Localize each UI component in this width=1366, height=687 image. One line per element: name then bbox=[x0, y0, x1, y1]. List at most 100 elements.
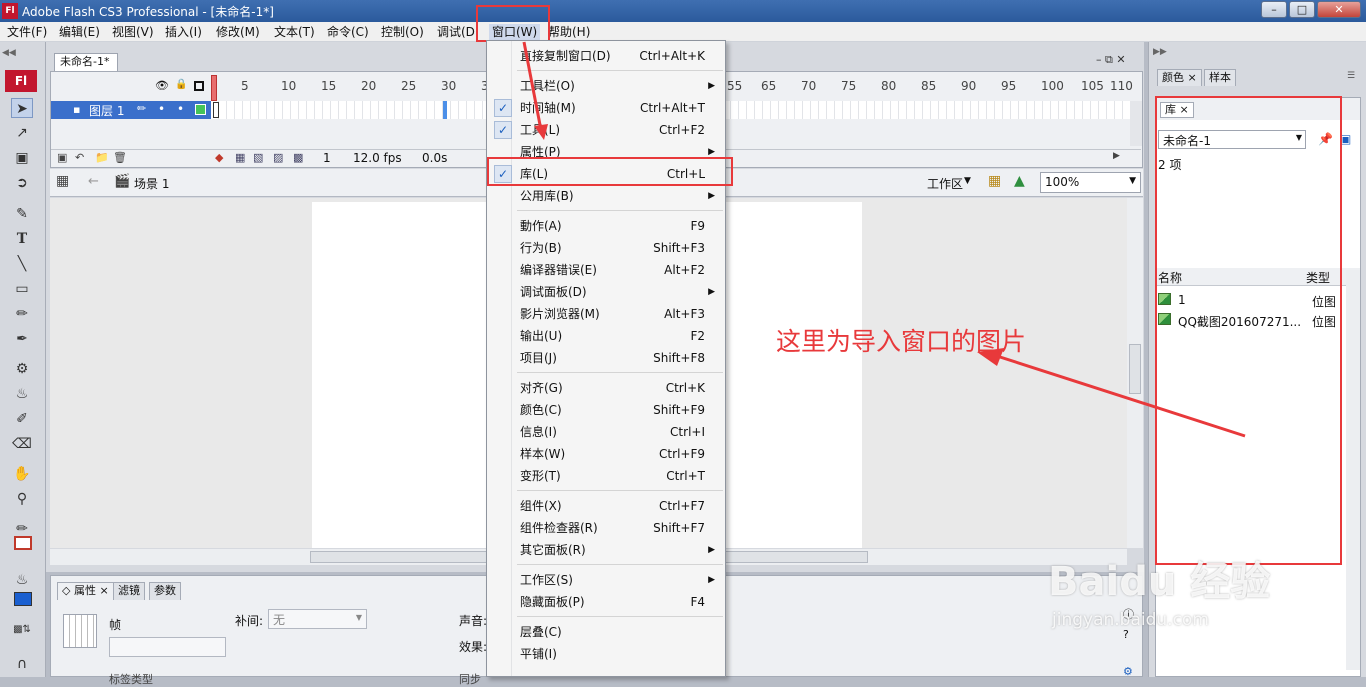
menu-text[interactable]: 文本(T) bbox=[274, 24, 315, 40]
window-menu-item[interactable]: 信息(I) Ctrl+I bbox=[487, 421, 725, 443]
window-menu-item[interactable]: 行为(B) Shift+F3 bbox=[487, 237, 725, 259]
menu-insert[interactable]: 插入(I) bbox=[165, 24, 202, 40]
snap-to-objects-icon[interactable]: ∩ bbox=[11, 654, 33, 674]
minimize-button[interactable]: – bbox=[1261, 1, 1287, 18]
tab-parameters[interactable]: 参数 bbox=[149, 582, 181, 600]
menu-view[interactable]: 视图(V) bbox=[112, 24, 154, 40]
brush-tool-icon[interactable]: ✒ bbox=[11, 329, 33, 349]
free-transform-tool-icon[interactable]: ▣ bbox=[11, 148, 33, 168]
eraser-tool-icon[interactable]: ⌫ bbox=[11, 434, 33, 454]
back-arrow-icon[interactable]: ← bbox=[88, 174, 99, 189]
timeline-toggle-icon[interactable]: ▦ bbox=[56, 173, 69, 189]
edit-multiple-frames-icon[interactable]: ▨ bbox=[273, 151, 283, 164]
window-menu-item[interactable]: 其它面板(R) ▶ bbox=[487, 539, 725, 561]
rectangle-tool-icon[interactable]: ▭ bbox=[11, 279, 33, 299]
add-guide-layer-icon[interactable]: ↶ bbox=[75, 151, 84, 164]
edit-symbols-icon[interactable]: ▦ bbox=[988, 173, 1001, 189]
timeline-vscroll[interactable] bbox=[1130, 101, 1142, 146]
tab-properties[interactable]: ◇ 属性 × bbox=[57, 582, 114, 600]
add-layer-icon[interactable]: ▣ bbox=[57, 151, 67, 164]
menu-edit[interactable]: 编辑(E) bbox=[59, 24, 100, 40]
lasso-tool-icon[interactable]: ➲ bbox=[11, 173, 33, 193]
onion-skin-outlines-icon[interactable]: ▧ bbox=[253, 151, 263, 164]
swap-colors-icon[interactable]: ▩⇅ bbox=[11, 620, 33, 640]
window-menu-item[interactable]: 颜色(C) Shift+F9 bbox=[487, 399, 725, 421]
paint-bucket-tool-icon[interactable]: ♨ bbox=[11, 384, 33, 404]
modify-markers-icon[interactable]: ▩ bbox=[293, 151, 303, 164]
outline-icon[interactable] bbox=[194, 81, 204, 91]
window-menu-item[interactable]: 公用库(B) ▶ bbox=[487, 185, 725, 207]
zoom-tool-icon[interactable]: ⚲ bbox=[11, 489, 33, 509]
menu-modify[interactable]: 修改(M) bbox=[216, 24, 260, 40]
window-menu-item[interactable]: 对齐(G) Ctrl+K bbox=[487, 377, 725, 399]
workspace-dropdown[interactable]: 工作区 bbox=[927, 175, 963, 192]
layer-name[interactable]: 图层 1 bbox=[89, 102, 124, 119]
tab-filters[interactable]: 滤镜 bbox=[113, 582, 145, 600]
zoom-input[interactable]: 100% ▼ bbox=[1040, 172, 1141, 193]
line-tool-icon[interactable]: ╲ bbox=[11, 254, 33, 274]
layer-row[interactable]: ▪ 图层 1 ✏ • • bbox=[51, 101, 211, 119]
window-menu-item[interactable]: ✓ 时间轴(M) Ctrl+Alt+T bbox=[487, 97, 725, 119]
keyframe[interactable] bbox=[213, 102, 219, 118]
add-folder-icon[interactable]: 📁 bbox=[95, 151, 109, 164]
document-window-controls[interactable]: – ⧉ ✕ bbox=[1096, 53, 1126, 67]
dock-expand-icon[interactable]: ▶▶ bbox=[1153, 47, 1167, 57]
eyedropper-tool-icon[interactable]: ✐ bbox=[11, 409, 33, 429]
scene-name[interactable]: 场景 1 bbox=[134, 175, 169, 192]
text-tool-icon[interactable]: T bbox=[11, 229, 33, 249]
close-button[interactable]: ✕ bbox=[1317, 1, 1361, 18]
zoom-chevron-icon[interactable]: ▼ bbox=[1129, 176, 1136, 186]
eye-icon[interactable]: 👁 bbox=[155, 79, 169, 92]
hand-tool-icon[interactable]: ✋ bbox=[11, 464, 33, 484]
window-menu-item[interactable]: 隐藏面板(P) F4 bbox=[487, 591, 725, 613]
panel-options-icon[interactable]: ☰ bbox=[1347, 71, 1355, 81]
maximize-button[interactable]: □ bbox=[1289, 1, 1315, 18]
window-menu-item[interactable]: ✓ 工具(L) Ctrl+F2 bbox=[487, 119, 725, 141]
pen-tool-icon[interactable]: ✎ bbox=[11, 204, 33, 224]
window-menu-item[interactable]: 层叠(C) bbox=[487, 621, 725, 643]
window-menu-item[interactable]: 工作区(S) ▶ bbox=[487, 569, 725, 591]
window-menu-item[interactable]: 组件检查器(R) Shift+F7 bbox=[487, 517, 725, 539]
scroll-right-icon[interactable]: ▶ bbox=[1113, 151, 1120, 161]
playhead[interactable] bbox=[211, 75, 217, 101]
window-menu-item[interactable]: 调试面板(D) ▶ bbox=[487, 281, 725, 303]
fill-color-swatch[interactable] bbox=[14, 592, 32, 606]
window-menu-item[interactable]: 样本(W) Ctrl+F9 bbox=[487, 443, 725, 465]
accessibility-icon[interactable]: ⚙ bbox=[1123, 665, 1133, 678]
ink-bottle-tool-icon[interactable]: ⚙ bbox=[11, 359, 33, 379]
visibility-dot[interactable]: • bbox=[158, 102, 165, 116]
window-menu-item[interactable]: 影片浏览器(M) Alt+F3 bbox=[487, 303, 725, 325]
tween-select[interactable]: 无 ▼ bbox=[268, 609, 367, 629]
menu-file[interactable]: 文件(F) bbox=[7, 24, 47, 40]
lock-dot[interactable]: • bbox=[177, 102, 184, 116]
window-menu-item[interactable]: 平铺(I) bbox=[487, 643, 725, 665]
delete-layer-icon[interactable]: 🗑 bbox=[113, 151, 127, 164]
tab-swatches[interactable]: 样本 bbox=[1204, 69, 1236, 86]
library-scrollbar[interactable] bbox=[1346, 270, 1360, 670]
subselection-tool-icon[interactable]: ↗ bbox=[11, 123, 33, 143]
window-menu-item[interactable]: 输出(U) F2 bbox=[487, 325, 725, 347]
vscroll-thumb[interactable] bbox=[1129, 344, 1141, 394]
document-tab[interactable]: 未命名-1* bbox=[54, 53, 118, 71]
outline-color-swatch[interactable] bbox=[195, 104, 206, 115]
stage-vertical-scrollbar[interactable] bbox=[1127, 198, 1143, 548]
window-menu-item[interactable]: 组件(X) Ctrl+F7 bbox=[487, 495, 725, 517]
window-menu-item[interactable]: 编译器错误(E) Alt+F2 bbox=[487, 259, 725, 281]
menu-debug[interactable]: 调试(D) bbox=[437, 24, 475, 40]
workspace-chevron-icon[interactable]: ▼ bbox=[964, 176, 971, 186]
center-frame-icon[interactable]: ◆ bbox=[215, 151, 223, 164]
window-menu-item[interactable]: 项目(J) Shift+F8 bbox=[487, 347, 725, 369]
selection-tool-icon[interactable]: ➤ bbox=[11, 98, 33, 118]
panel-collapse-icon[interactable]: ◀◀ bbox=[2, 48, 16, 58]
menu-help[interactable]: 帮助(H) bbox=[548, 24, 590, 40]
window-menu-item[interactable]: 工具栏(O) ▶ bbox=[487, 75, 725, 97]
menu-commands[interactable]: 命令(C) bbox=[327, 24, 369, 40]
edit-scene-icon[interactable]: ▲ bbox=[1014, 173, 1025, 189]
menu-control[interactable]: 控制(O) bbox=[381, 24, 424, 40]
pencil-tool-icon[interactable]: ✏ bbox=[11, 304, 33, 324]
window-menu-item[interactable]: 变形(T) Ctrl+T bbox=[487, 465, 725, 487]
lock-icon[interactable]: 🔒 bbox=[175, 79, 187, 90]
stroke-color-swatch[interactable] bbox=[14, 536, 32, 550]
onion-skin-icon[interactable]: ▦ bbox=[235, 151, 245, 164]
tab-color[interactable]: 颜色 × bbox=[1157, 69, 1202, 86]
